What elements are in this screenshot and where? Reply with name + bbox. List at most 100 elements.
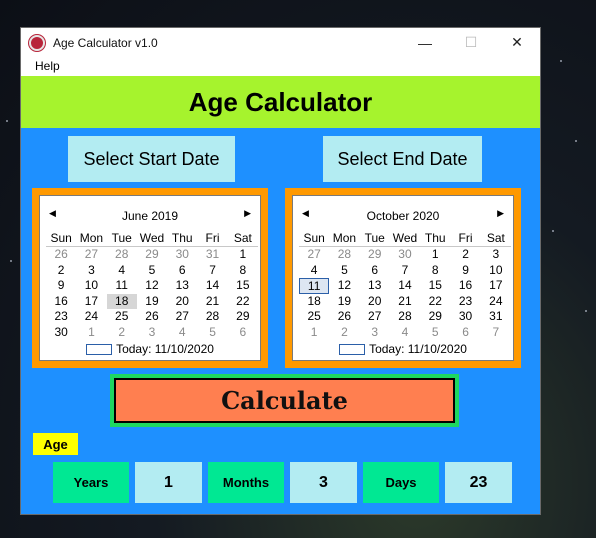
calendar-day[interactable]: 4 (107, 263, 137, 279)
today-link[interactable]: Today: 11/10/2020 (293, 342, 513, 356)
next-month-arrow-icon[interactable]: ▶ (244, 208, 251, 219)
close-button[interactable]: ✕ (494, 28, 540, 57)
calendar-day[interactable]: 27 (76, 247, 106, 263)
calendar-day[interactable]: 5 (137, 263, 167, 279)
calendar-day[interactable]: 3 (137, 325, 167, 341)
calendar-day[interactable]: 7 (390, 263, 420, 279)
calendar-day[interactable]: 19 (329, 294, 359, 310)
calendar-day[interactable]: 29 (420, 309, 450, 325)
calendar-day[interactable]: 2 (46, 263, 76, 279)
calendar-day[interactable]: 30 (390, 247, 420, 263)
today-link[interactable]: Today: 11/10/2020 (40, 342, 260, 356)
calendar-day[interactable]: 7 (481, 325, 511, 341)
start-date-calendar[interactable]: ◀ June 2019 ▶ Sun Mon Tue Wed Thu Fri Sat 26 27… (39, 195, 261, 361)
calendar-day[interactable]: 23 (450, 294, 480, 310)
calendar-day[interactable]: 18 (106, 293, 137, 309)
select-start-date-button[interactable]: Select Start Date (68, 136, 235, 182)
calendar-day[interactable]: 2 (107, 325, 137, 341)
calendar-day[interactable]: 1 (228, 247, 258, 263)
calendar-day[interactable]: 9 (450, 263, 480, 279)
calendar-day[interactable]: 6 (450, 325, 480, 341)
select-end-date-button[interactable]: Select End Date (323, 136, 482, 182)
calendar-day[interactable]: 5 (329, 263, 359, 279)
calendar-day[interactable]: 29 (360, 247, 390, 263)
next-month-arrow-icon[interactable]: ▶ (497, 208, 504, 219)
calendar-day[interactable]: 17 (481, 278, 511, 294)
calendar-day[interactable]: 29 (228, 309, 258, 325)
calendar-day[interactable]: 26 (329, 309, 359, 325)
calendar-day[interactable]: 10 (76, 278, 106, 294)
calendar-day[interactable]: 20 (167, 294, 197, 310)
calendar-day[interactable]: 30 (167, 247, 197, 263)
calendar-day[interactable]: 3 (76, 263, 106, 279)
calendar-day[interactable]: 15 (420, 278, 450, 294)
calendar-day[interactable]: 21 (390, 294, 420, 310)
calendar-day[interactable]: 17 (76, 294, 106, 310)
calendar-day[interactable]: 9 (46, 278, 76, 294)
calendar-day[interactable]: 11 (107, 278, 137, 294)
calendar-day[interactable]: 30 (46, 325, 76, 341)
calendar-day[interactable]: 16 (450, 278, 480, 294)
calendar-day[interactable]: 14 (197, 278, 227, 294)
calendar-day[interactable]: 4 (167, 325, 197, 341)
calendar-day[interactable]: 24 (76, 309, 106, 325)
calendar-day[interactable]: 31 (481, 309, 511, 325)
calendar-day[interactable]: 27 (299, 247, 329, 263)
calendar-day[interactable]: 1 (76, 325, 106, 341)
calendar-day[interactable]: 1 (420, 247, 450, 263)
end-date-calendar[interactable]: ◀ October 2020 ▶ Sun Mon Tue Wed Thu Fri Sat 2… (292, 195, 514, 361)
calendar-day[interactable]: 15 (228, 278, 258, 294)
calendar-day[interactable]: 13 (167, 278, 197, 294)
minimize-button[interactable]: — (402, 28, 448, 57)
title-bar[interactable]: Age Calculator v1.0 — ☐ ✕ (21, 28, 540, 57)
calendar-day[interactable]: 12 (329, 278, 359, 294)
calendar-day[interactable]: 7 (197, 263, 227, 279)
calendar-day[interactable]: 11 (299, 278, 330, 294)
calendar-day[interactable]: 14 (390, 278, 420, 294)
calendar-day[interactable]: 4 (390, 325, 420, 341)
calendar-day[interactable]: 26 (46, 247, 76, 263)
calendar-day[interactable]: 2 (329, 325, 359, 341)
calendar-day[interactable]: 25 (299, 309, 329, 325)
calendar-day[interactable]: 8 (228, 263, 258, 279)
calendar-day[interactable]: 2 (450, 247, 480, 263)
calendar-day[interactable]: 19 (137, 294, 167, 310)
calendar-day[interactable]: 28 (390, 309, 420, 325)
calendar-day[interactable]: 18 (299, 294, 329, 310)
calendar-day[interactable]: 25 (107, 309, 137, 325)
calendar-day[interactable]: 31 (197, 247, 227, 263)
calendar-month-label[interactable]: June 2019 (40, 209, 260, 223)
calendar-day[interactable]: 23 (46, 309, 76, 325)
calendar-day[interactable]: 1 (299, 325, 329, 341)
calendar-day[interactable]: 29 (137, 247, 167, 263)
years-label: Years (53, 462, 129, 503)
calendar-day[interactable]: 28 (197, 309, 227, 325)
calendar-day[interactable]: 5 (420, 325, 450, 341)
calendar-day[interactable]: 12 (137, 278, 167, 294)
calendar-day[interactable]: 6 (167, 263, 197, 279)
calendar-day[interactable]: 6 (360, 263, 390, 279)
calendar-day[interactable]: 3 (481, 247, 511, 263)
calendar-day[interactable]: 24 (481, 294, 511, 310)
calendar-day[interactable]: 6 (228, 325, 258, 341)
calendar-day[interactable]: 22 (228, 294, 258, 310)
calendar-day[interactable]: 27 (360, 309, 390, 325)
calendar-day[interactable]: 28 (329, 247, 359, 263)
calendar-day[interactable]: 3 (360, 325, 390, 341)
menu-help[interactable]: Help (35, 59, 60, 73)
calendar-day[interactable]: 8 (420, 263, 450, 279)
calendar-day[interactable]: 26 (137, 309, 167, 325)
calculate-button[interactable]: Calculate (114, 378, 455, 423)
calendar-day[interactable]: 22 (420, 294, 450, 310)
calendar-day[interactable]: 30 (450, 309, 480, 325)
calendar-day[interactable]: 10 (481, 263, 511, 279)
calendar-day[interactable]: 20 (360, 294, 390, 310)
calendar-day[interactable]: 28 (107, 247, 137, 263)
calendar-month-label[interactable]: October 2020 (293, 209, 513, 223)
calendar-day[interactable]: 27 (167, 309, 197, 325)
calendar-day[interactable]: 21 (197, 294, 227, 310)
calendar-day[interactable]: 5 (197, 325, 227, 341)
calendar-day[interactable]: 4 (299, 263, 329, 279)
calendar-day[interactable]: 13 (360, 278, 390, 294)
calendar-day[interactable]: 16 (46, 294, 76, 310)
